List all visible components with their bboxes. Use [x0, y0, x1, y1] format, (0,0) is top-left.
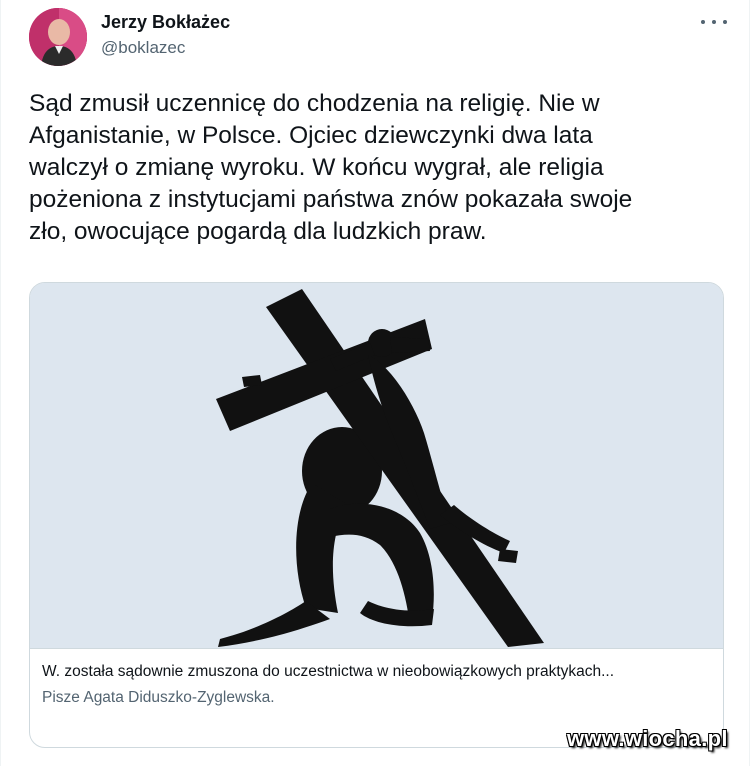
card-title[interactable]: W. została sądownie zmuszona do uczestni… — [42, 663, 717, 681]
link-preview-card[interactable]: W. została sądownie zmuszona do uczestni… — [29, 282, 724, 748]
cross-silhouette-illustration — [30, 283, 723, 648]
card-image — [30, 283, 723, 648]
author-handle[interactable]: @boklazec — [101, 38, 185, 58]
card-divider — [30, 648, 723, 649]
avatar[interactable] — [29, 8, 87, 66]
card-subtitle[interactable]: Pisze Agata Diduszko-Zyglewska. — [42, 689, 275, 707]
tweet: Jerzy Bokłażec @boklazec Sąd zmusił ucze… — [0, 0, 750, 766]
more-horizontal-icon[interactable] — [701, 14, 727, 30]
watermark: www.wiocha.pl — [567, 726, 728, 751]
profile-photo — [29, 8, 87, 66]
tweet-text: Sąd zmusił uczennicę do chodzenia na rel… — [29, 90, 633, 245]
author-name[interactable]: Jerzy Bokłażec — [101, 12, 230, 33]
